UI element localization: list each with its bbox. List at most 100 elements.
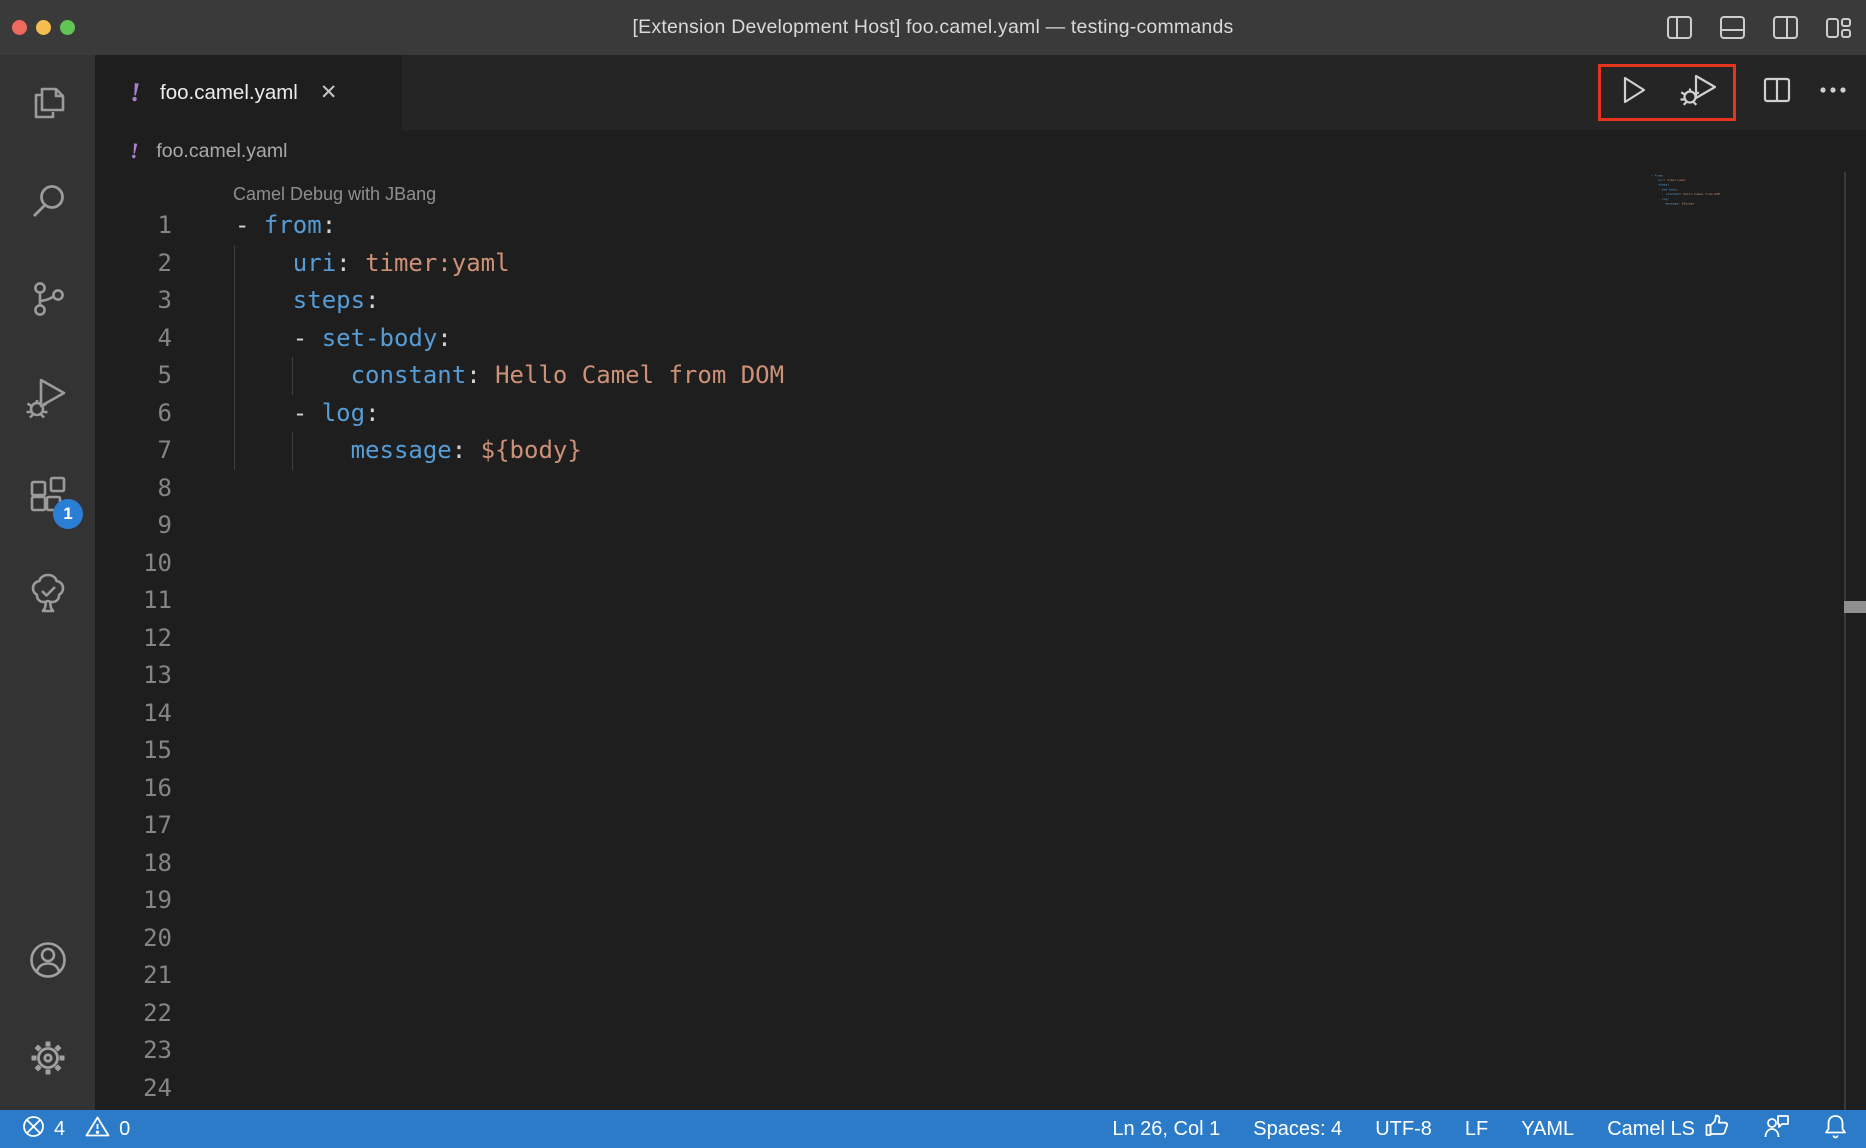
line-number[interactable]: 12 [95, 620, 172, 658]
code-line[interactable]: 13 [95, 657, 1866, 695]
indentation[interactable]: Spaces: 4 [1253, 1118, 1342, 1141]
overview-ruler[interactable] [1844, 172, 1846, 1110]
eol-sequence[interactable]: LF [1465, 1118, 1488, 1141]
code-line[interactable]: 22 [95, 995, 1866, 1033]
code-line[interactable]: 2 uri: timer:yaml [95, 245, 1866, 283]
breadcrumb[interactable]: ! foo.camel.yaml [95, 130, 1866, 172]
code-line[interactable]: 15 [95, 732, 1866, 770]
line-number[interactable]: 3 [95, 282, 172, 320]
line-number[interactable]: 16 [95, 770, 172, 808]
code-line[interactable]: 23 [95, 1032, 1866, 1070]
notifications-button[interactable] [1823, 1113, 1848, 1145]
code-line[interactable]: 6 - log: [95, 395, 1866, 433]
indent-guide [234, 282, 235, 320]
sidebar-item-extensions[interactable]: 1 [0, 473, 95, 521]
line-content[interactable]: message: ${body} [235, 432, 582, 470]
line-number[interactable]: 6 [95, 395, 172, 433]
customize-layout-icon[interactable] [1825, 14, 1852, 41]
line-number[interactable]: 21 [95, 957, 172, 995]
sidebar-item-source-control[interactable] [0, 277, 95, 325]
bell-icon [1823, 1113, 1848, 1145]
line-number[interactable]: 7 [95, 432, 172, 470]
line-number[interactable]: 18 [95, 845, 172, 883]
line-content[interactable]: constant: Hello Camel from DOM [235, 357, 784, 395]
gear-icon [25, 1035, 71, 1086]
line-content[interactable]: - set-body: [235, 320, 452, 358]
toggle-primary-sidebar-icon[interactable] [1666, 14, 1693, 41]
split-editor-icon[interactable] [1762, 75, 1792, 110]
code-line[interactable]: 16 [95, 770, 1866, 808]
yaml-file-icon: ! [129, 77, 142, 109]
debug-icon[interactable] [1679, 73, 1717, 112]
toggle-secondary-sidebar-icon[interactable] [1772, 14, 1799, 41]
source-control-icon [25, 276, 71, 327]
code-lines: 1- from:2 uri: timer:yaml3 steps:4 - set… [95, 207, 1866, 1107]
line-number[interactable]: 2 [95, 245, 172, 283]
code-line[interactable]: 7 message: ${body} [95, 432, 1866, 470]
activity-bar: 1 [0, 55, 95, 1110]
line-number[interactable]: 5 [95, 357, 172, 395]
code-line[interactable]: 11 [95, 582, 1866, 620]
code-line[interactable]: 8 [95, 470, 1866, 508]
run-icon[interactable] [1617, 74, 1649, 111]
yaml-file-icon: ! [129, 138, 140, 165]
sidebar-item-run-debug[interactable] [0, 375, 95, 423]
search-icon [25, 178, 71, 229]
code-line[interactable]: 1 - from: [95, 207, 1866, 245]
line-number[interactable]: 9 [95, 507, 172, 545]
codelens-link[interactable]: Camel Debug with JBang [95, 172, 1866, 207]
code-line[interactable]: 20 [95, 920, 1866, 958]
sidebar-item-search[interactable] [0, 179, 95, 227]
line-number[interactable]: 11 [95, 582, 172, 620]
line-number[interactable]: 13 [95, 657, 172, 695]
line-content[interactable]: - from: [235, 207, 336, 245]
camel-ls-label: Camel LS [1607, 1118, 1695, 1141]
problems-button[interactable]: 4 0 [22, 1115, 130, 1144]
code-line[interactable]: 12 [95, 620, 1866, 658]
line-number[interactable]: 8 [95, 470, 172, 508]
line-number[interactable]: 15 [95, 732, 172, 770]
line-number[interactable]: 14 [95, 695, 172, 733]
code-line[interactable]: 19 [95, 882, 1866, 920]
line-number[interactable]: 19 [95, 882, 172, 920]
line-number[interactable]: 1 [95, 207, 172, 245]
camel-ls-status[interactable]: Camel LS [1607, 1113, 1730, 1145]
sidebar-item-testing[interactable] [0, 571, 95, 619]
line-content[interactable]: uri: timer:yaml [235, 245, 510, 283]
line-number[interactable]: 17 [95, 807, 172, 845]
line-number[interactable]: 20 [95, 920, 172, 958]
code-line[interactable]: 24 [95, 1070, 1866, 1108]
breadcrumb-file[interactable]: foo.camel.yaml [156, 140, 287, 163]
line-number[interactable]: 24 [95, 1070, 172, 1108]
tab-foo-camel-yaml[interactable]: ! foo.camel.yaml ✕ [95, 55, 402, 130]
code-line[interactable]: 3 steps: [95, 282, 1866, 320]
minimap[interactable]: - from: uri: timer:yaml steps: - set-bod… [1651, 173, 1720, 206]
line-content[interactable]: steps: [235, 282, 380, 320]
encoding[interactable]: UTF-8 [1375, 1118, 1432, 1141]
tab-bar: ! foo.camel.yaml ✕ [95, 55, 1866, 130]
code-line[interactable]: 21 [95, 957, 1866, 995]
accounts-button[interactable] [0, 938, 95, 986]
line-number[interactable]: 23 [95, 1032, 172, 1070]
code-line[interactable]: 10 [95, 545, 1866, 583]
line-number[interactable]: 4 [95, 320, 172, 358]
account-icon [25, 937, 71, 988]
close-tab-icon[interactable]: ✕ [320, 80, 338, 105]
line-number[interactable]: 10 [95, 545, 172, 583]
line-number[interactable]: 22 [95, 995, 172, 1033]
feedback-button[interactable] [1763, 1113, 1790, 1145]
language-mode[interactable]: YAML [1521, 1118, 1574, 1141]
code-line[interactable]: 4 - set-body: [95, 320, 1866, 358]
code-line[interactable]: 9 [95, 507, 1866, 545]
code-line[interactable]: 14 [95, 695, 1866, 733]
feedback-icon [1763, 1113, 1790, 1145]
settings-button[interactable] [0, 1036, 95, 1084]
more-actions-icon[interactable] [1818, 75, 1848, 110]
code-line[interactable]: 17 [95, 807, 1866, 845]
sidebar-item-explorer[interactable] [0, 81, 95, 129]
toggle-panel-icon[interactable] [1719, 14, 1746, 41]
line-content[interactable]: - log: [235, 395, 380, 433]
cursor-position[interactable]: Ln 26, Col 1 [1112, 1118, 1220, 1141]
code-line[interactable]: 18 [95, 845, 1866, 883]
code-line[interactable]: 5 constant: Hello Camel from DOM [95, 357, 1866, 395]
